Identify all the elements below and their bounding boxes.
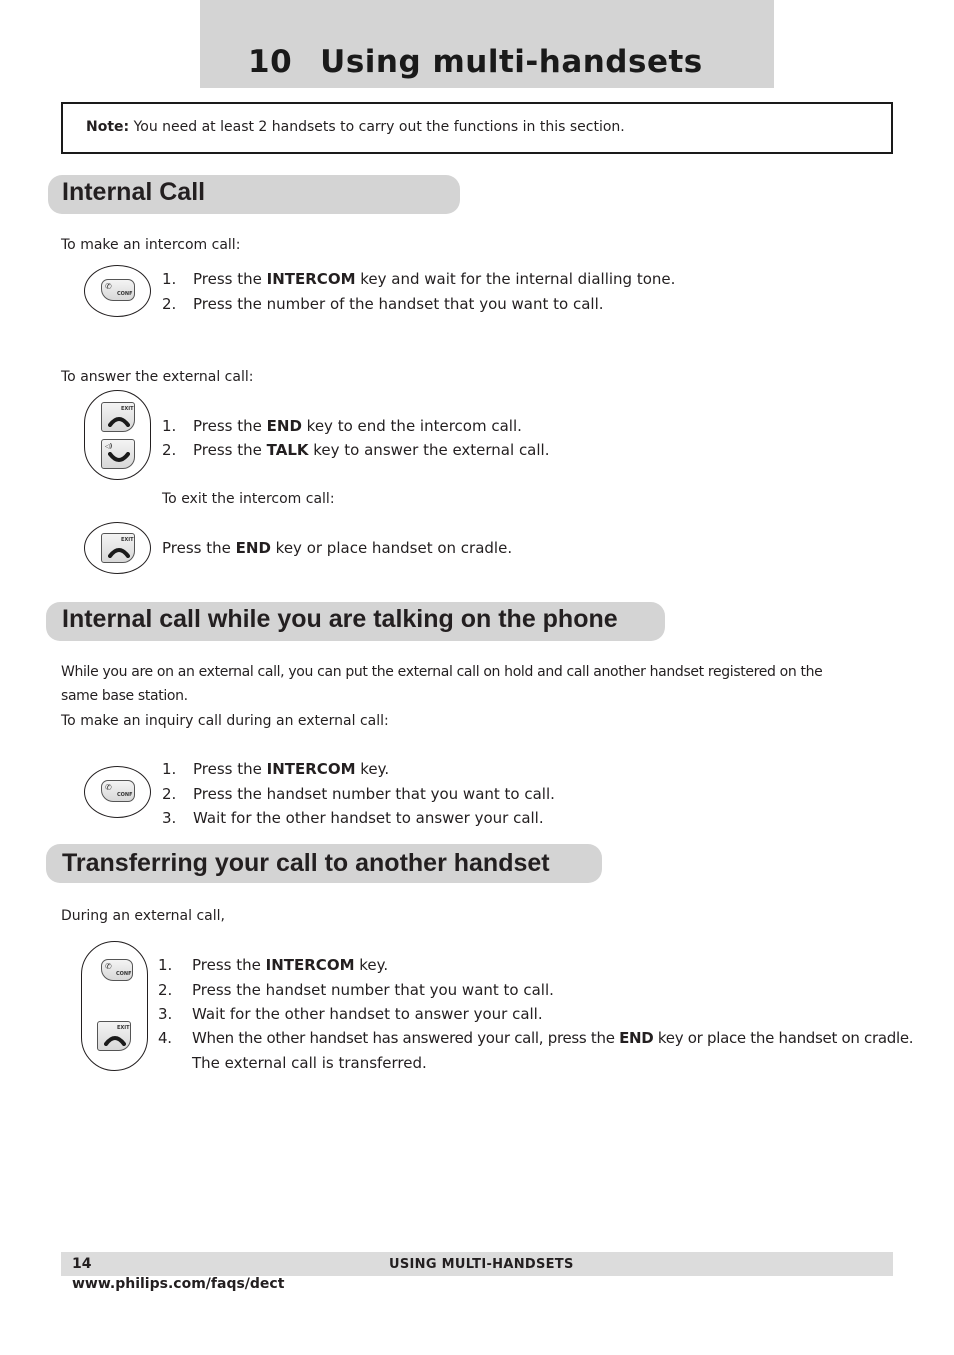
step-item: 3. Wait for the other handset to answer y… [162, 809, 544, 827]
step-text: Press the handset number that you want t… [192, 981, 554, 999]
intercom-key-illustration: ✆ CONF [84, 766, 151, 818]
step-key: END [235, 539, 271, 557]
step-key: TALK [266, 441, 309, 459]
end-key-icon: EXIT [97, 1021, 131, 1051]
step-text: key or place the handset on cradle. [653, 1029, 914, 1047]
step-item: 2. Press the TALK key to answer the exter… [162, 441, 549, 459]
intercom-end-key-illustration: ✆ CONF EXIT [81, 941, 148, 1071]
pick-up-icon [108, 452, 130, 462]
exit-intro-text: To exit the intercom call: [162, 491, 335, 507]
intercom-key-icon: ✆ CONF [101, 780, 135, 802]
paragraph-line: same base station. [61, 688, 188, 704]
end-key-icon: EXIT [101, 533, 135, 563]
section-title: Internal call while you are talking on t… [62, 605, 618, 633]
step-text: Press the [193, 270, 267, 288]
step-item: 1. Press the INTERCOM key. [162, 760, 389, 778]
step-item: 1. Press the INTERCOM key. [158, 956, 388, 974]
phone-handset-icon: ✆ [105, 282, 112, 291]
section-title: Internal Call [62, 178, 206, 206]
step-key: INTERCOM [266, 760, 356, 778]
chapter-title: 10 Using multi-handsets [248, 44, 703, 80]
conf-label: CONF [117, 291, 133, 297]
end-talk-key-illustration: EXIT ◁) [84, 390, 151, 480]
note-text: Note: You need at least 2 handsets to ca… [86, 119, 625, 135]
step-text: key or place handset on cradle. [270, 539, 513, 557]
step-number: 3. [158, 1005, 173, 1023]
paragraph-line: While you are on an external call, you c… [61, 664, 823, 680]
step-text: When the other handset has answered your… [192, 1029, 620, 1047]
exit-label: EXIT [117, 1025, 130, 1031]
step-text: Press the [192, 956, 266, 974]
exit-step: Press the END key or place handset on cr… [162, 539, 512, 557]
footer-chapter-title: USING MULTI-HANDSETS [389, 1257, 574, 1272]
footer-url-link[interactable]: www.philips.com/faqs/dect [72, 1276, 284, 1292]
exit-label: EXIT [121, 406, 134, 412]
note-label: Note: [86, 119, 130, 135]
step-text: key. [354, 956, 389, 974]
step-text: Press the [193, 417, 267, 435]
step-number: 2. [158, 981, 173, 999]
hang-up-icon [104, 1036, 126, 1046]
step-text: Wait for the other handset to answer you… [192, 1005, 543, 1023]
conf-label: CONF [117, 792, 133, 798]
step-item: 1. Press the INTERCOM key and wait for th… [162, 270, 675, 288]
step-number: 4. [158, 1029, 172, 1047]
step-text: Press the handset number that you want t… [193, 785, 555, 803]
end-key-illustration: EXIT [84, 522, 151, 574]
step-item: 2. Press the handset number that you want… [162, 785, 555, 803]
intercom-key-icon: ✆ CONF [101, 959, 133, 981]
step-number: 1. [162, 417, 177, 435]
speaker-icon: ◁) [105, 443, 113, 450]
step-text: Press the [193, 441, 267, 459]
step-key: INTERCOM [266, 270, 356, 288]
intercom-key-icon: ✆ CONF [101, 279, 135, 301]
step-number: 2. [162, 785, 177, 803]
step-number: 2. [162, 441, 177, 459]
intro-text: During an external call, [61, 908, 225, 924]
step-text: Press the [193, 760, 267, 778]
step-text: key and wait for the internal dialling t… [355, 270, 676, 288]
chapter-number: 10 [248, 44, 293, 80]
chapter-title-text: Using multi-handsets [320, 44, 703, 80]
hang-up-icon [108, 417, 130, 427]
step-text: key to end the intercom call. [301, 417, 522, 435]
step-continuation: The external call is transferred. [192, 1054, 427, 1072]
step-item: 2. Press the number of the handset that y… [162, 295, 604, 313]
exit-label: EXIT [121, 537, 134, 543]
step-number: 1. [162, 270, 177, 288]
step-item: 2. Press the handset number that you want… [158, 981, 554, 999]
step-number: 1. [158, 956, 173, 974]
step-text: Press the number of the handset that you… [193, 295, 604, 313]
step-item: 4. When the other handset has answered yo… [158, 1029, 914, 1047]
phone-handset-icon: ✆ [105, 783, 112, 792]
phone-handset-icon: ✆ [105, 962, 112, 971]
note-body: You need at least 2 handsets to carry ou… [129, 119, 625, 135]
step-item: 1. Press the END key to end the intercom … [162, 417, 522, 435]
step-number: 1. [162, 760, 177, 778]
step-text: Wait for the other handset to answer you… [193, 809, 544, 827]
step-number: 2. [162, 295, 177, 313]
conf-label: CONF [116, 971, 132, 977]
intercom-key-illustration: ✆ CONF [84, 265, 151, 317]
step-key: INTERCOM [265, 956, 355, 974]
step-key: END [266, 417, 302, 435]
section-title: Transferring your call to another handse… [62, 849, 550, 877]
page-number: 14 [72, 1256, 92, 1272]
step-text: key. [355, 760, 390, 778]
intro-text: To make an intercom call: [61, 237, 241, 253]
hang-up-icon [108, 548, 130, 558]
step-text: Press the [162, 539, 236, 557]
end-key-icon: EXIT [101, 402, 135, 432]
talk-key-icon: ◁) [101, 439, 135, 469]
intro-text: To make an inquiry call during an extern… [61, 713, 389, 729]
step-number: 3. [162, 809, 177, 827]
step-item: 3. Wait for the other handset to answer y… [158, 1005, 543, 1023]
answer-intro-text: To answer the external call: [61, 369, 254, 385]
step-text: key to answer the external call. [308, 441, 550, 459]
step-key: END [619, 1029, 654, 1047]
